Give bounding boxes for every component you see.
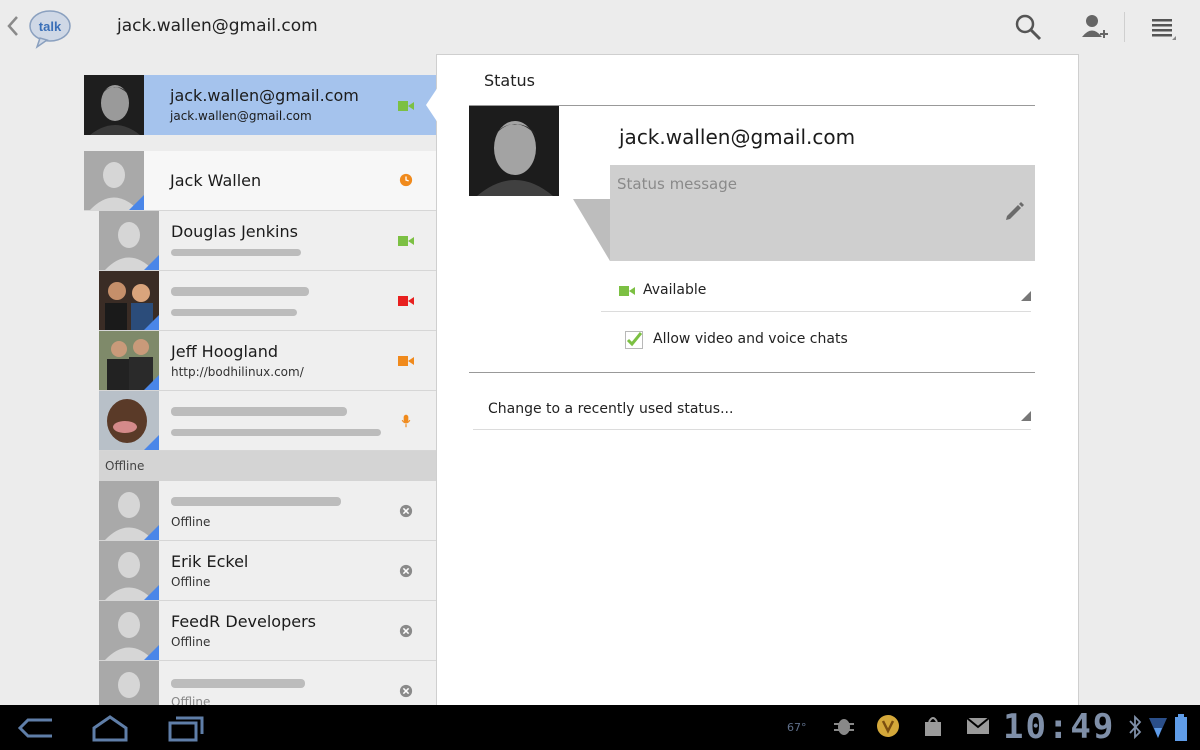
- microphone-status-icon: [401, 414, 411, 428]
- recent-status-dropdown[interactable]: Change to a recently used status...: [473, 391, 1031, 429]
- section-divider: [469, 372, 1035, 373]
- contact-status-text: Offline: [171, 575, 211, 589]
- contact-row[interactable]: Erik Eckel Offline: [99, 541, 436, 601]
- contact-avatar: [99, 211, 159, 270]
- contact-name: FeedR Developers: [171, 612, 316, 631]
- contact-list[interactable]: jack.wallen@gmail.com jack.wallen@gmail.…: [84, 75, 436, 705]
- contact-row[interactable]: Douglas Jenkins: [99, 211, 436, 271]
- video-busy-status-icon: [398, 296, 414, 306]
- contact-avatar: [99, 331, 159, 390]
- video-idle-status-icon: [398, 356, 414, 366]
- dropdown-arrow-icon: [1021, 291, 1031, 301]
- offline-status-icon: [399, 564, 413, 578]
- talk-logo-icon[interactable]: talk: [28, 9, 72, 49]
- add-contact-icon[interactable]: [1080, 12, 1110, 42]
- redacted-text: [171, 679, 305, 688]
- idle-status-icon: [399, 173, 413, 187]
- wifi-signal-icon: [1149, 718, 1167, 738]
- contact-status-text: http://bodhilinux.com/: [171, 365, 304, 379]
- row-divider: [601, 311, 1031, 312]
- contact-avatar: [99, 481, 159, 540]
- contact-avatar: [99, 661, 159, 705]
- action-divider: [1124, 12, 1125, 42]
- menu-icon[interactable]: [1148, 12, 1178, 42]
- contact-status-text: Offline: [171, 695, 211, 705]
- availability-dropdown[interactable]: Available: [601, 277, 1031, 311]
- contact-name: Erik Eckel: [171, 552, 249, 571]
- offline-header-label: Offline: [105, 459, 145, 473]
- weather-temperature: 67°: [787, 721, 807, 734]
- self-sub: jack.wallen@gmail.com: [170, 109, 312, 123]
- account-title: jack.wallen@gmail.com: [117, 16, 318, 36]
- system-clock[interactable]: 10:49: [1003, 707, 1115, 747]
- contact-avatar: [84, 151, 144, 210]
- video-status-icon: [398, 236, 414, 246]
- redacted-text: [171, 249, 301, 256]
- contact-status-text: Offline: [171, 635, 211, 649]
- row-divider: [473, 429, 1031, 430]
- contact-row[interactable]: FeedR Developers Offline: [99, 601, 436, 661]
- bluetooth-icon: [1129, 714, 1142, 740]
- edit-pencil-icon[interactable]: [1002, 199, 1026, 223]
- self-account-row[interactable]: jack.wallen@gmail.com jack.wallen@gmail.…: [84, 75, 436, 135]
- contact-avatar: [99, 601, 159, 660]
- redacted-text: [171, 309, 297, 316]
- nav-recent-apps-icon[interactable]: [166, 714, 206, 742]
- section-title: Status: [484, 71, 535, 90]
- search-icon[interactable]: [1013, 12, 1043, 42]
- dropdown-arrow-icon: [1021, 411, 1031, 421]
- contact-row[interactable]: Jeff Hoogland http://bodhilinux.com/: [99, 331, 436, 391]
- contact-status-text: Offline: [171, 515, 211, 529]
- system-bar: 67° 10:49: [0, 705, 1200, 750]
- self-name: jack.wallen@gmail.com: [170, 86, 359, 105]
- allow-video-voice-checkbox[interactable]: [625, 331, 643, 349]
- offline-status-icon: [399, 504, 413, 518]
- status-message-input[interactable]: Status message: [610, 165, 1035, 261]
- market-bag-icon[interactable]: [922, 714, 944, 738]
- allow-video-voice-label: Allow video and voice chats: [653, 331, 848, 347]
- contact-avatar: [99, 391, 159, 450]
- checkmark-icon: [626, 332, 643, 347]
- nav-home-icon[interactable]: [90, 714, 130, 742]
- contact-name: Jack Wallen: [170, 171, 262, 190]
- contact-row[interactable]: Offline: [99, 661, 436, 705]
- status-detail-panel: Status jack.wallen@gmail.com Status mess…: [436, 54, 1079, 705]
- nav-back-icon[interactable]: [16, 714, 56, 742]
- contact-row[interactable]: Offline: [99, 481, 436, 541]
- status-message-placeholder: Status message: [617, 175, 737, 193]
- battery-icon: [1175, 714, 1187, 741]
- contact-avatar: [99, 271, 159, 330]
- redacted-text: [171, 287, 309, 296]
- offline-status-icon: [399, 684, 413, 698]
- availability-label: Available: [643, 282, 707, 298]
- contact-row[interactable]: Jack Wallen: [84, 151, 436, 211]
- redacted-text: [171, 407, 347, 416]
- bug-icon[interactable]: [832, 714, 856, 738]
- selection-pointer: [426, 87, 438, 123]
- app-badge-icon[interactable]: [876, 714, 900, 738]
- contact-name: Douglas Jenkins: [171, 222, 298, 241]
- redacted-text: [171, 497, 341, 506]
- recent-status-label: Change to a recently used status...: [488, 401, 734, 417]
- redacted-text: [171, 429, 381, 436]
- contact-name: Jeff Hoogland: [171, 342, 278, 361]
- back-chevron-icon[interactable]: [6, 14, 20, 38]
- offline-section-header: Offline: [99, 451, 436, 481]
- contact-avatar: [99, 541, 159, 600]
- contact-row[interactable]: [99, 391, 436, 451]
- video-status-icon: [619, 286, 635, 296]
- speech-bubble-tail: [573, 199, 610, 261]
- gmail-icon[interactable]: [966, 714, 990, 736]
- video-status-icon: [398, 101, 414, 111]
- self-avatar: [84, 75, 144, 135]
- contact-row[interactable]: [99, 271, 436, 331]
- offline-status-icon: [399, 624, 413, 638]
- profile-photo[interactable]: [469, 106, 559, 196]
- profile-name: jack.wallen@gmail.com: [619, 125, 856, 149]
- logo-text: talk: [39, 19, 62, 34]
- action-bar: talk jack.wallen@gmail.com: [0, 0, 1200, 54]
